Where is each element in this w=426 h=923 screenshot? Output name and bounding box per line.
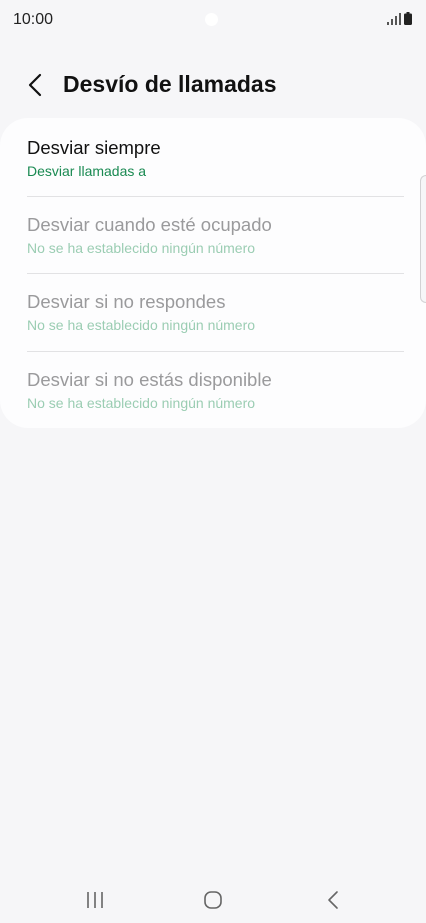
battery-icon xyxy=(404,12,412,25)
list-item-title: Desviar cuando esté ocupado xyxy=(27,214,272,235)
list-item-title: Desviar si no estás disponible xyxy=(27,369,272,390)
page-title: Desvío de llamadas xyxy=(63,71,277,97)
forwarding-options-card: Desviar siempre Desviar llamadas a Desvi… xyxy=(0,118,426,428)
app-bar: Desvío de llamadas xyxy=(0,60,426,110)
list-item-subtitle: No se ha establecido ningún número xyxy=(27,317,256,333)
edge-panel-handle[interactable] xyxy=(420,175,426,303)
list-item-forward-no-answer[interactable]: Desviar si no respondes No se ha estable… xyxy=(27,288,404,358)
back-icon xyxy=(328,891,338,909)
home-button[interactable] xyxy=(198,885,228,915)
chevron-left-icon xyxy=(28,73,42,97)
recent-apps-button[interactable] xyxy=(80,885,110,915)
list-item-forward-unreachable[interactable]: Desviar si no estás disponible No se ha … xyxy=(27,366,404,436)
status-time: 10:00 xyxy=(13,11,54,28)
navigation-bar xyxy=(0,875,426,923)
divider xyxy=(27,351,404,352)
back-button[interactable] xyxy=(20,70,50,100)
home-icon xyxy=(204,891,222,909)
status-bar: 10:00 xyxy=(0,0,426,40)
list-item-always-forward[interactable]: Desviar siempre Desviar llamadas a xyxy=(27,134,404,204)
divider xyxy=(27,273,404,274)
camera-cutout xyxy=(205,13,218,26)
recent-apps-icon xyxy=(87,892,103,908)
divider xyxy=(27,196,404,197)
list-item-forward-when-busy[interactable]: Desviar cuando esté ocupado No se ha est… xyxy=(27,211,404,281)
list-item-subtitle: No se ha establecido ningún número xyxy=(27,395,256,411)
signal-icon xyxy=(387,13,401,25)
list-item-subtitle: Desviar llamadas a xyxy=(27,163,147,179)
nav-back-button[interactable] xyxy=(318,885,348,915)
list-item-subtitle: No se ha establecido ningún número xyxy=(27,240,256,256)
list-item-title: Desviar si no respondes xyxy=(27,291,226,312)
list-item-title: Desviar siempre xyxy=(27,137,161,158)
